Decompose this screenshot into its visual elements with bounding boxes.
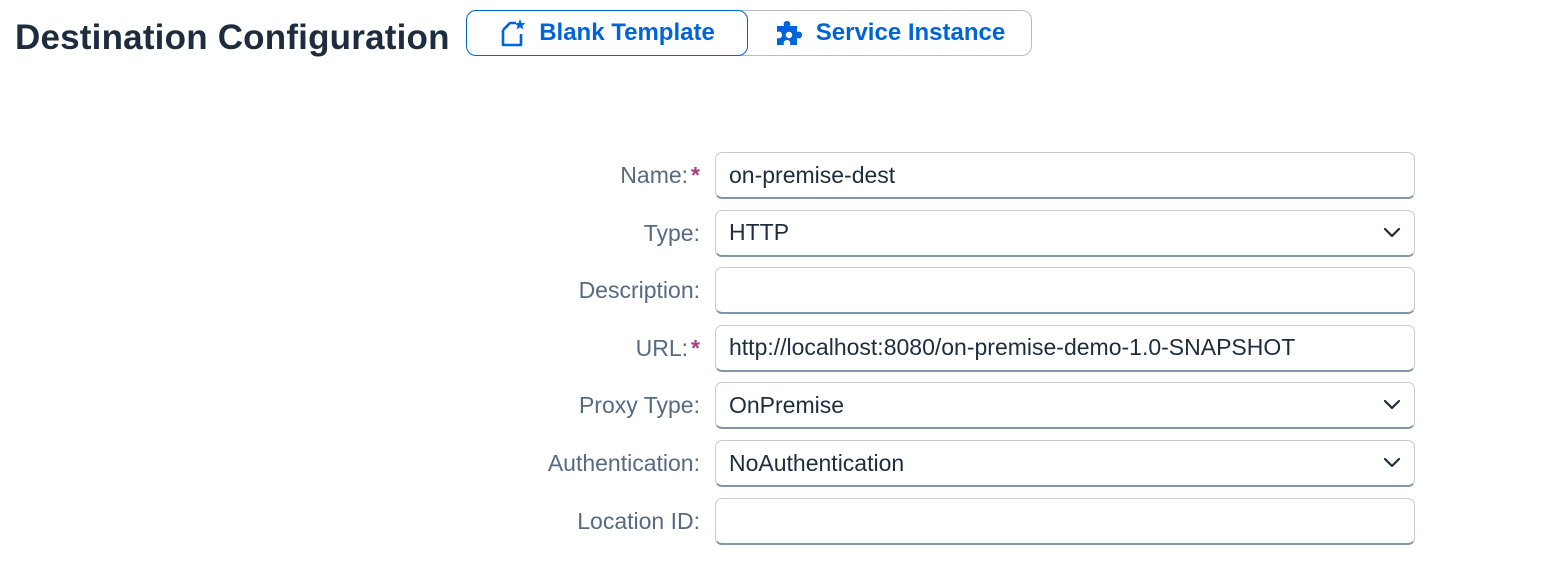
description-label: Description: bbox=[578, 277, 700, 304]
type-value: HTTP bbox=[729, 219, 790, 246]
proxy-type-select[interactable]: OnPremise bbox=[715, 382, 1415, 430]
authentication-value: NoAuthentication bbox=[729, 449, 905, 476]
required-marker: * bbox=[691, 162, 700, 188]
url-input[interactable]: http://localhost:8080/on-premise-demo-1.… bbox=[715, 324, 1415, 372]
description-input[interactable] bbox=[715, 267, 1415, 315]
description-row: Description: bbox=[0, 267, 1554, 315]
authentication-row: Authentication: NoAuthentication bbox=[0, 440, 1554, 487]
blank-template-button[interactable]: Blank Template bbox=[466, 10, 748, 56]
authentication-select[interactable]: NoAuthentication bbox=[715, 440, 1415, 487]
authentication-label: Authentication: bbox=[547, 450, 700, 476]
proxy-type-value: OnPremise bbox=[729, 391, 845, 418]
page-title: Destination Configuration bbox=[15, 18, 450, 57]
url-row: URL: * http://localhost:8080/on-premise-… bbox=[0, 324, 1554, 372]
url-label-text: URL: bbox=[635, 334, 689, 361]
location-id-input[interactable] bbox=[715, 497, 1415, 545]
chevron-down-icon bbox=[1370, 211, 1414, 255]
service-instance-button[interactable]: Service Instance bbox=[740, 10, 1032, 56]
name-value: on-premise-dest bbox=[729, 161, 896, 188]
page-header: Destination Configuration bbox=[15, 8, 450, 68]
url-label: URL: * bbox=[636, 325, 700, 372]
mode-segmented-button: Blank Template Service Instance bbox=[466, 10, 1033, 56]
name-label-text: Name: bbox=[620, 162, 689, 188]
service-instance-label: Service Instance bbox=[815, 19, 1006, 46]
type-row: Type: HTTP bbox=[0, 209, 1554, 257]
name-input[interactable]: on-premise-dest bbox=[715, 152, 1415, 199]
url-value: http://localhost:8080/on-premise-demo-1.… bbox=[729, 334, 1296, 361]
chevron-down-icon bbox=[1370, 383, 1414, 427]
type-label: Type: bbox=[643, 219, 700, 246]
type-select[interactable]: HTTP bbox=[715, 209, 1415, 257]
location-id-row: Location ID: bbox=[0, 497, 1554, 545]
proxy-type-label: Proxy Type: bbox=[578, 392, 700, 419]
blank-template-label: Blank Template bbox=[539, 19, 715, 46]
new-document-icon bbox=[499, 18, 527, 48]
puzzle-piece-icon bbox=[774, 19, 804, 47]
required-marker: * bbox=[691, 334, 700, 361]
location-id-label: Location ID: bbox=[577, 507, 700, 534]
proxy-type-row: Proxy Type: OnPremise bbox=[0, 382, 1554, 430]
name-label: Name: * bbox=[620, 152, 700, 199]
name-row: Name: * on-premise-dest bbox=[0, 152, 1554, 199]
chevron-down-icon bbox=[1370, 441, 1414, 485]
